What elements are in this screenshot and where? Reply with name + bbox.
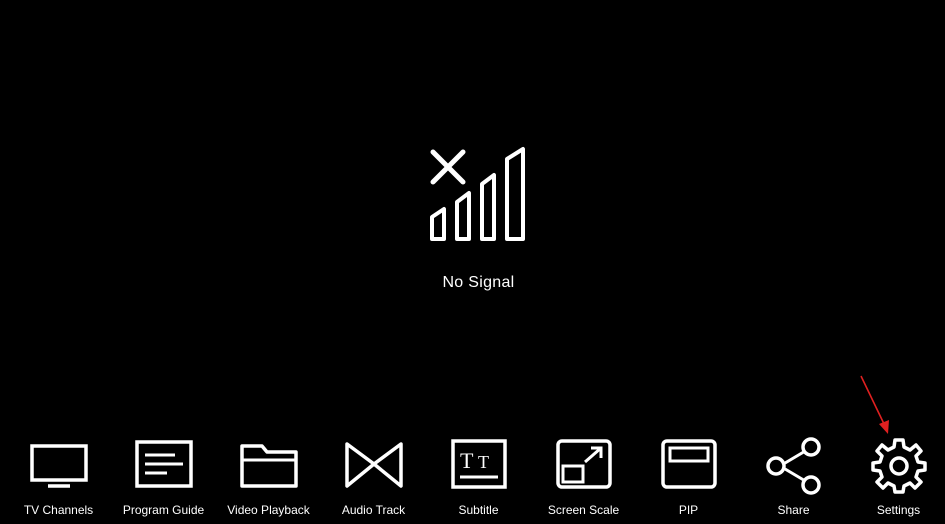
svg-text:T: T	[460, 448, 474, 473]
menu-item-settings[interactable]: Settings	[846, 434, 945, 524]
share-icon	[766, 437, 821, 495]
menu-item-pip[interactable]: PIP	[636, 434, 741, 524]
subtitle-icon: T T	[451, 439, 507, 489]
menu-item-video-playback[interactable]: Video Playback	[216, 434, 321, 524]
menu-item-share[interactable]: Share	[741, 434, 846, 524]
bottom-menu-bar: TV Channels Program Guide Video Playback…	[6, 434, 945, 524]
no-signal-panel: No Signal	[0, 146, 945, 296]
folder-icon	[240, 444, 298, 488]
no-signal-icon	[430, 147, 525, 241]
menu-label-settings: Settings	[876, 503, 921, 517]
screen-scale-icon	[556, 439, 612, 489]
gear-icon	[871, 438, 927, 494]
tv-icon	[30, 444, 88, 488]
menu-item-subtitle[interactable]: T T Subtitle	[426, 434, 531, 524]
menu-item-audio-track[interactable]: Audio Track	[321, 434, 426, 524]
audio-track-icon	[345, 442, 403, 488]
pip-icon	[661, 439, 717, 489]
menu-item-tv-channels[interactable]: TV Channels	[6, 434, 111, 524]
red-arrow-annotation	[860, 375, 889, 434]
svg-text:T: T	[478, 452, 489, 472]
guide-icon	[135, 440, 193, 488]
no-signal-text: No Signal	[442, 274, 515, 291]
menu-item-screen-scale[interactable]: Screen Scale	[531, 434, 636, 524]
menu-item-program-guide[interactable]: Program Guide	[111, 434, 216, 524]
